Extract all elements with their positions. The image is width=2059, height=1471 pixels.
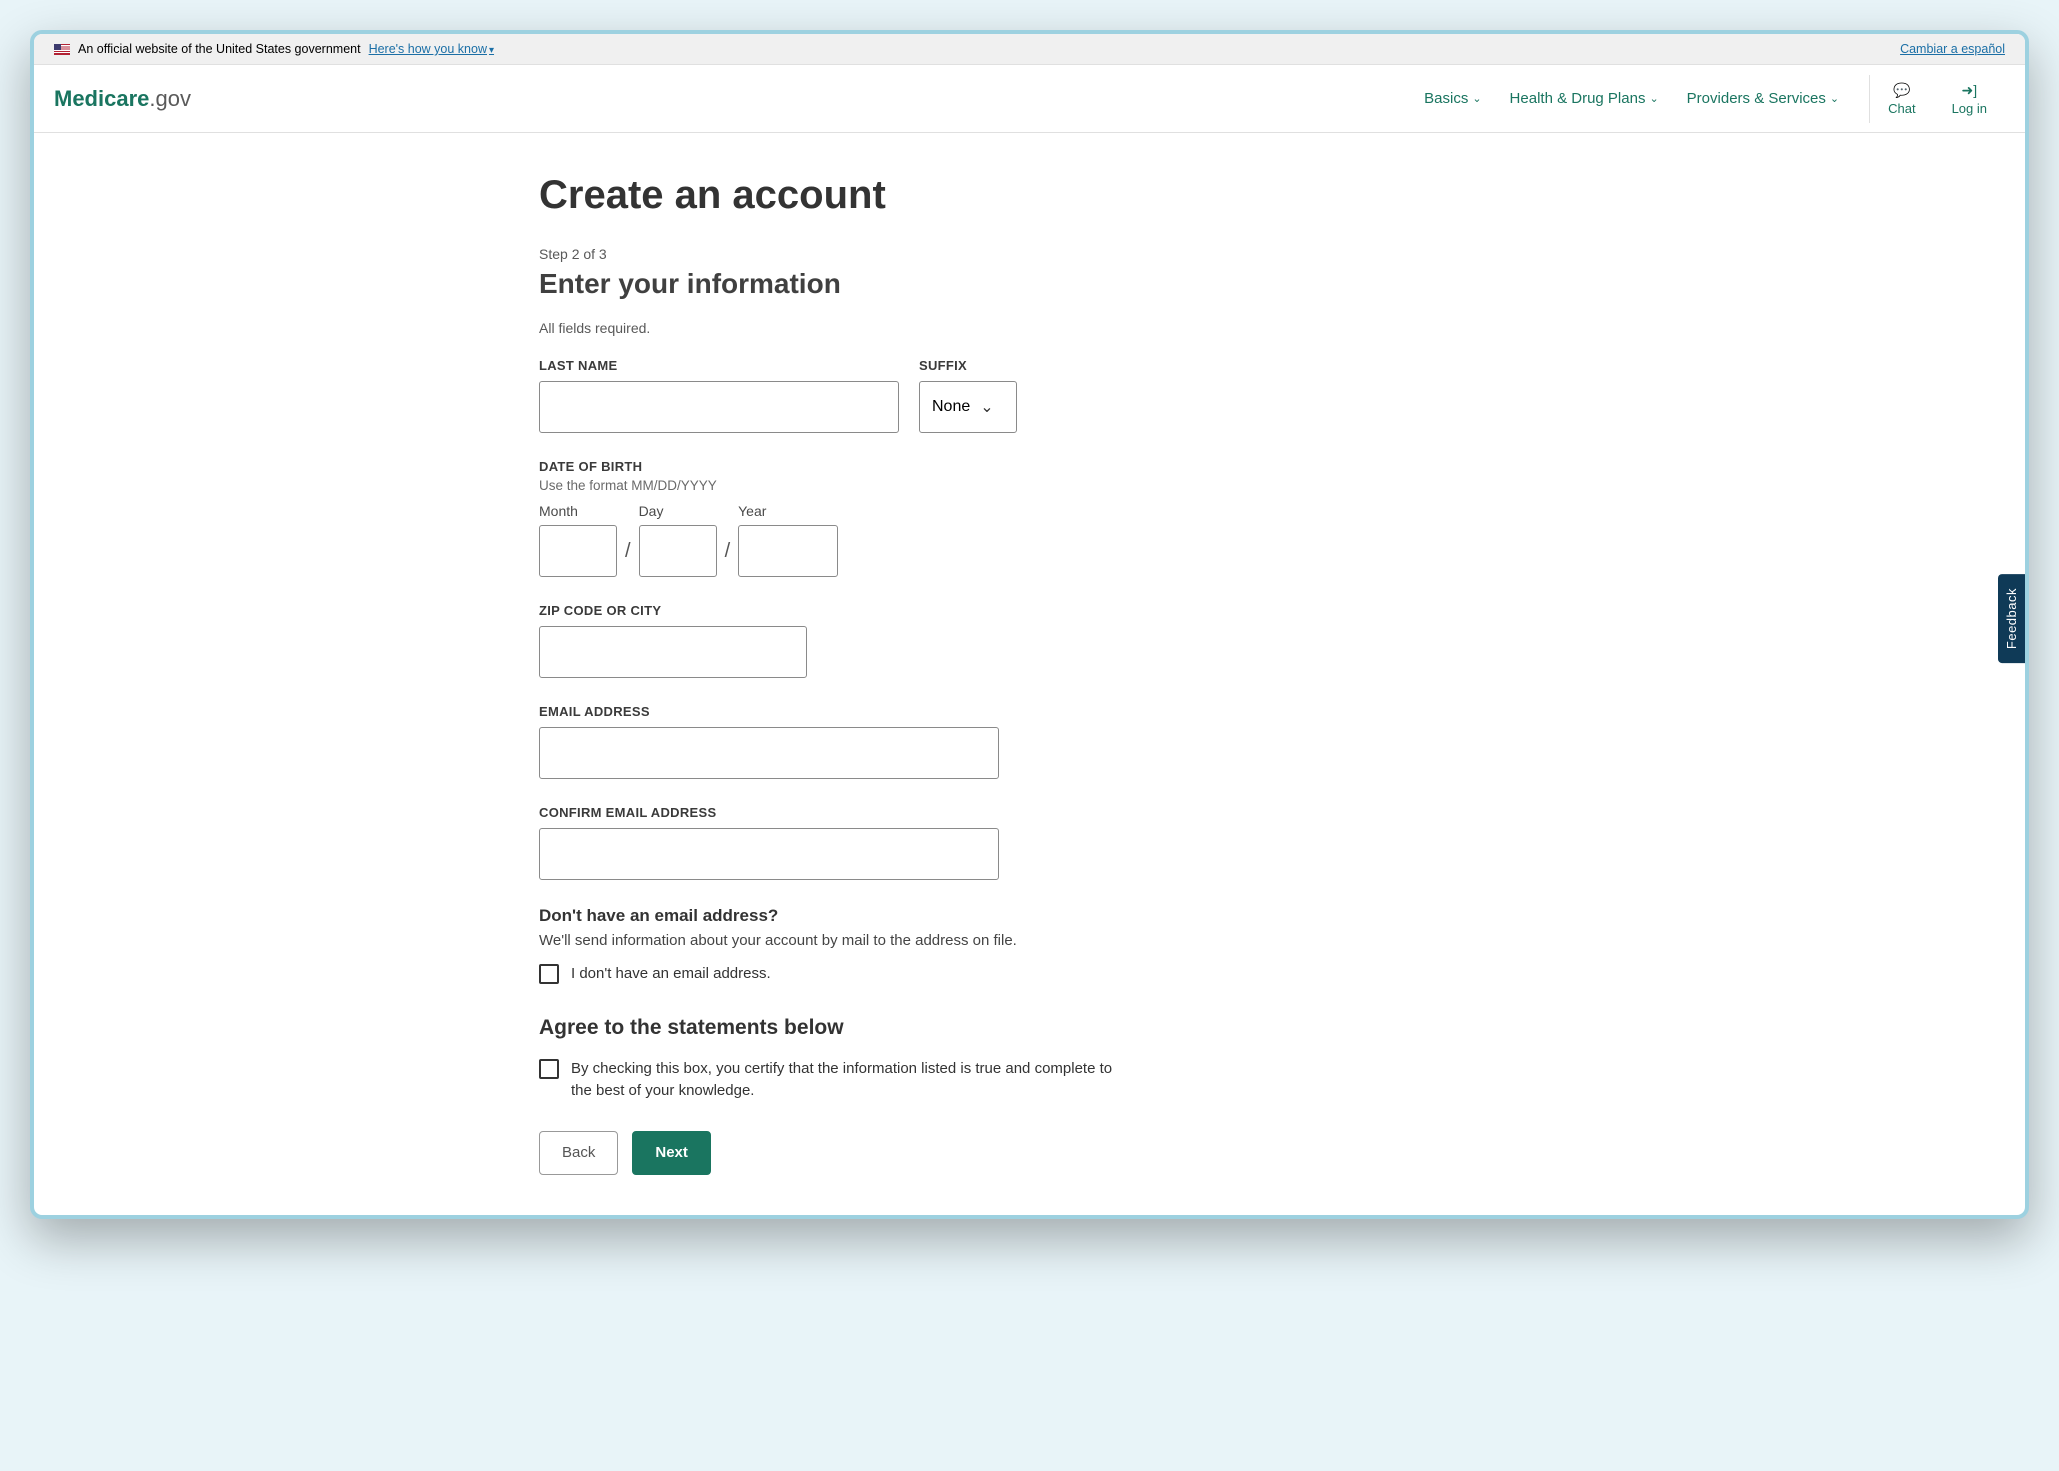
- no-email-text: We'll send information about your accoun…: [539, 932, 1219, 949]
- last-name-label: LAST NAME: [539, 358, 899, 373]
- login-label: Log in: [1952, 101, 1987, 116]
- next-button[interactable]: Next: [632, 1131, 711, 1175]
- day-label: Day: [639, 503, 717, 519]
- zip-section: ZIP CODE OR CITY: [539, 603, 1219, 678]
- suffix-field: SUFFIX None ⌄: [919, 358, 1017, 433]
- chevron-down-icon: ⌄: [1472, 92, 1481, 105]
- suffix-select[interactable]: None ⌄: [919, 381, 1017, 433]
- page-subtitle: Enter your information: [539, 268, 1219, 300]
- year-field: Year: [738, 503, 838, 577]
- feedback-label: Feedback: [2004, 588, 2019, 649]
- email-input[interactable]: [539, 727, 999, 779]
- no-email-section: Don't have an email address? We'll send …: [539, 906, 1219, 986]
- year-input[interactable]: [738, 525, 838, 577]
- agree-check-row: By checking this box, you certify that t…: [539, 1058, 1219, 1103]
- no-email-checkbox[interactable]: [539, 964, 559, 984]
- year-label: Year: [738, 503, 838, 519]
- suffix-label: SUFFIX: [919, 358, 1017, 373]
- logo-tld: .gov: [149, 86, 191, 111]
- agree-text: By checking this box, you certify that t…: [571, 1058, 1131, 1103]
- back-button[interactable]: Back: [539, 1131, 618, 1175]
- required-note: All fields required.: [539, 320, 1219, 336]
- chat-button[interactable]: 💬 Chat: [1870, 65, 1933, 133]
- page-title: Create an account: [539, 173, 1219, 218]
- email-label: EMAIL ADDRESS: [539, 704, 1219, 719]
- nav-health-label: Health & Drug Plans: [1510, 90, 1646, 107]
- official-website-text: An official website of the United States…: [78, 42, 361, 56]
- chevron-down-icon: ▾: [489, 45, 494, 56]
- month-field: Month: [539, 503, 617, 577]
- nav-health-drug-plans[interactable]: Health & Drug Plans ⌄: [1510, 90, 1659, 107]
- form-container: Create an account Step 2 of 3 Enter your…: [539, 173, 1219, 1215]
- how-you-know-label: Here's how you know: [369, 42, 487, 56]
- month-input[interactable]: [539, 525, 617, 577]
- name-row: LAST NAME SUFFIX None ⌄: [539, 358, 1219, 433]
- no-email-check-row: I don't have an email address.: [539, 963, 1219, 986]
- back-label: Back: [562, 1144, 595, 1161]
- button-row: Back Next: [539, 1131, 1219, 1175]
- date-separator: /: [725, 540, 731, 577]
- month-label: Month: [539, 503, 617, 519]
- us-flag-icon: [54, 44, 70, 55]
- no-email-check-label: I don't have an email address.: [571, 963, 771, 986]
- nav-providers-label: Providers & Services: [1687, 90, 1826, 107]
- next-label: Next: [655, 1144, 688, 1161]
- language-switch-link[interactable]: Cambiar a español: [1900, 42, 2005, 56]
- day-field: Day: [639, 503, 717, 577]
- zip-label: ZIP CODE OR CITY: [539, 603, 1219, 618]
- agree-checkbox[interactable]: [539, 1059, 559, 1079]
- confirm-email-label: CONFIRM EMAIL ADDRESS: [539, 805, 1219, 820]
- gov-banner-left: An official website of the United States…: [54, 42, 494, 56]
- no-email-heading: Don't have an email address?: [539, 906, 1219, 926]
- gov-banner: An official website of the United States…: [34, 34, 2025, 65]
- confirm-email-input[interactable]: [539, 828, 999, 880]
- site-header: Medicare.gov Basics ⌄ Health & Drug Plan…: [34, 65, 2025, 133]
- nav-providers-services[interactable]: Providers & Services ⌄: [1687, 90, 1839, 107]
- how-you-know-link[interactable]: Here's how you know▾: [369, 42, 494, 56]
- chevron-down-icon: ⌄: [1649, 92, 1658, 105]
- chevron-down-icon: ⌄: [1830, 92, 1839, 105]
- dob-hint: Use the format MM/DD/YYYY: [539, 478, 1219, 493]
- zip-input[interactable]: [539, 626, 807, 678]
- login-button[interactable]: ➜] Log in: [1934, 65, 2005, 133]
- step-indicator: Step 2 of 3: [539, 246, 1219, 262]
- main-content: Create an account Step 2 of 3 Enter your…: [34, 133, 2025, 1215]
- dob-row: Month / Day / Year: [539, 503, 1219, 577]
- email-section: EMAIL ADDRESS: [539, 704, 1219, 779]
- agree-heading: Agree to the statements below: [539, 1016, 1219, 1040]
- confirm-email-section: CONFIRM EMAIL ADDRESS: [539, 805, 1219, 880]
- date-separator: /: [625, 540, 631, 577]
- chat-label: Chat: [1888, 101, 1915, 116]
- logo-brand: Medicare: [54, 86, 149, 111]
- chat-icon: 💬: [1893, 82, 1910, 99]
- day-input[interactable]: [639, 525, 717, 577]
- dob-label: DATE OF BIRTH: [539, 459, 1219, 474]
- last-name-field: LAST NAME: [539, 358, 899, 433]
- feedback-tab[interactable]: Feedback: [1998, 574, 2025, 663]
- primary-nav: Basics ⌄ Health & Drug Plans ⌄ Providers…: [1424, 90, 1839, 107]
- site-logo[interactable]: Medicare.gov: [54, 86, 191, 112]
- chevron-down-icon: ⌄: [980, 397, 993, 417]
- nav-basics-label: Basics: [1424, 90, 1468, 107]
- app-window: An official website of the United States…: [30, 30, 2029, 1219]
- last-name-input[interactable]: [539, 381, 899, 433]
- suffix-value: None: [932, 398, 970, 416]
- nav-basics[interactable]: Basics ⌄: [1424, 90, 1481, 107]
- login-icon: ➜]: [1961, 82, 1977, 99]
- dob-section: DATE OF BIRTH Use the format MM/DD/YYYY …: [539, 459, 1219, 577]
